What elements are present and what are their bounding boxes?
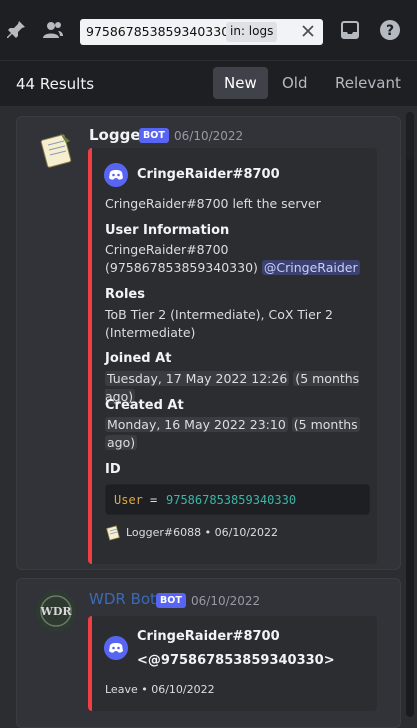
wdr-bot-avatar[interactable]: WDR (36, 591, 76, 631)
created-at-line-2: ago) (105, 434, 138, 452)
search-input[interactable]: 975867853859340330 in: logs (80, 19, 323, 45)
code-key: User (114, 493, 143, 507)
search-results[interactable]: Logger BOT 06/10/2022 CringeRaider#8700 … (0, 106, 417, 728)
field-title-user-info: User Information (105, 223, 230, 238)
field-title-joined: Joined At (105, 351, 172, 366)
message-timestamp: 06/10/2022 (191, 594, 261, 608)
embed-author-mention[interactable]: <@975867853859340330> (137, 653, 335, 668)
tab-old[interactable]: Old (271, 67, 319, 99)
members-icon[interactable] (41, 18, 65, 42)
logger-footer-icon (106, 525, 120, 541)
tab-new[interactable]: New (213, 67, 268, 99)
logger-avatar[interactable] (36, 129, 76, 169)
embed-description: CringeRaider#8700 left the server (105, 196, 321, 211)
joined-date[interactable]: Tuesday, 17 May 2022 12:26 (105, 371, 290, 386)
tab-relevant[interactable]: Relevant (324, 67, 412, 99)
user-info-id: (975867853859340330) (105, 260, 258, 275)
created-at-line: Monday, 16 May 2022 23:10 (5 months (105, 416, 360, 434)
field-title-id: ID (105, 462, 121, 477)
results-count: 44 Results (16, 75, 95, 93)
id-code-block: User = 975867853859340330 (105, 484, 370, 515)
roles-line-1: ToB Tier 2 (Intermediate), CoX Tier 2 (105, 307, 333, 322)
created-date[interactable]: Monday, 16 May 2022 23:10 (105, 417, 288, 432)
svg-text:?: ? (386, 23, 394, 39)
code-value: 975867853859340330 (166, 493, 297, 507)
code-equals: = (150, 493, 158, 507)
embed-footer: Leave • 06/10/2022 (105, 683, 215, 696)
field-title-created: Created At (105, 398, 184, 413)
scrollbar-thumb[interactable] (406, 112, 414, 160)
message-embed: CringeRaider#8700 <@975867853859340330> … (88, 616, 377, 711)
inbox-icon[interactable] (338, 18, 362, 42)
wdr-logo-icon: WDR (36, 591, 76, 631)
search-result-message[interactable]: WDR WDR Bot BOT 06/10/2022 CringeRaider#… (16, 578, 401, 728)
bot-badge: BOT (156, 593, 186, 608)
svg-text:WDR: WDR (39, 605, 72, 618)
embed-author[interactable]: CringeRaider#8700 (137, 167, 280, 182)
user-info-tag: CringeRaider#8700 (105, 242, 229, 257)
discord-icon (104, 163, 128, 187)
search-filter-chip[interactable]: in: logs (226, 22, 278, 42)
embed-author[interactable]: CringeRaider#8700 (137, 629, 280, 644)
clear-search-icon[interactable] (300, 23, 316, 39)
created-relative[interactable]: (5 months (291, 417, 360, 432)
message-timestamp: 06/10/2022 (174, 129, 244, 143)
pin-icon[interactable] (4, 18, 28, 42)
search-query: 975867853859340330 (86, 24, 230, 39)
message-author[interactable]: WDR Bot (89, 590, 156, 608)
user-info-id-line: (975867853859340330) @CringeRaider (105, 259, 360, 277)
bot-badge: BOT (139, 128, 169, 143)
user-mention[interactable]: @CringeRaider (261, 260, 360, 275)
roles-line-2: (Intermediate) (105, 325, 196, 340)
scrollbar-track[interactable] (406, 112, 414, 717)
top-bar: 975867853859340330 in: logs ? (0, 0, 417, 60)
search-result-message[interactable]: Logger BOT 06/10/2022 CringeRaider#8700 … (16, 116, 401, 570)
embed-footer: Logger#6088 • 06/10/2022 (126, 526, 279, 539)
results-header: 44 Results New Old Relevant (0, 60, 417, 106)
help-icon[interactable]: ? (378, 18, 402, 42)
discord-icon (104, 636, 128, 660)
message-embed: CringeRaider#8700 CringeRaider#8700 left… (88, 148, 377, 564)
created-relative-2[interactable]: ago) (105, 435, 138, 450)
field-title-roles: Roles (105, 287, 145, 302)
